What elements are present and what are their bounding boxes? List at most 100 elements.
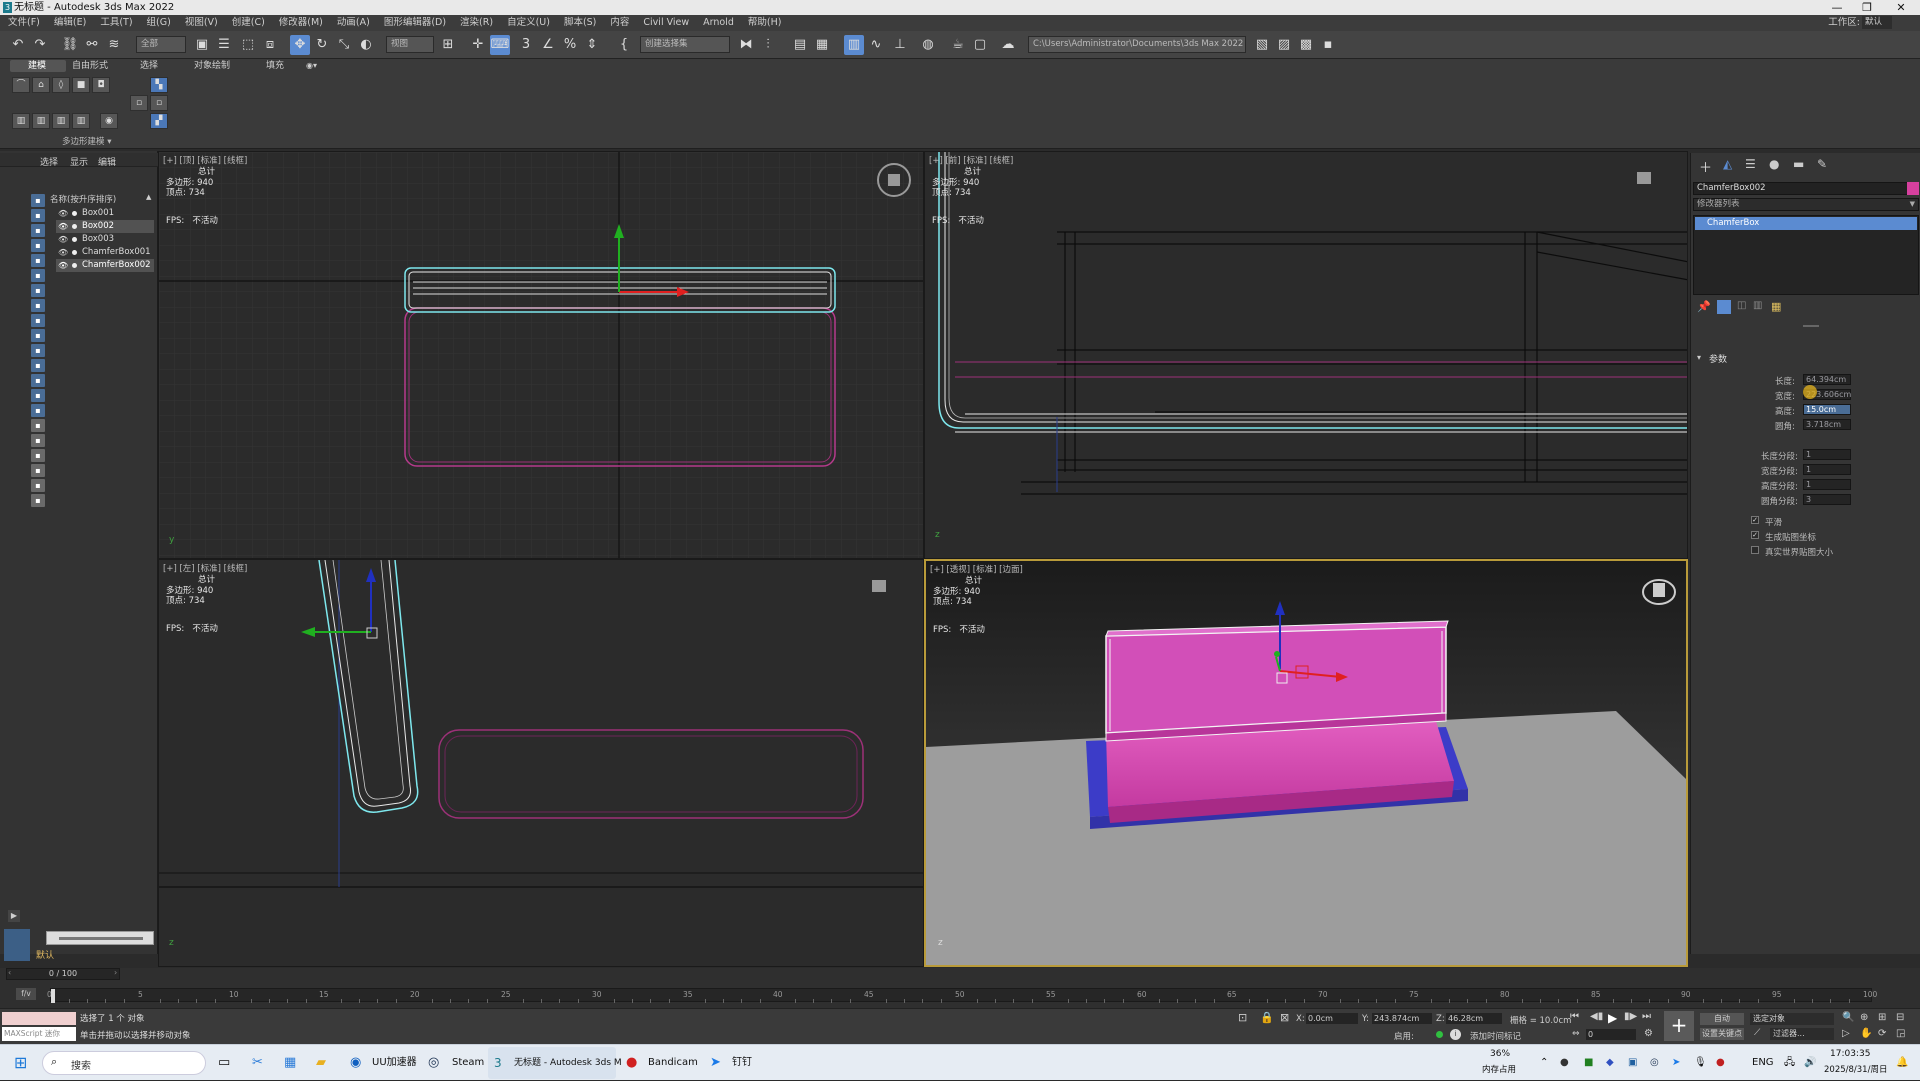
menu-item[interactable]: Civil View — [643, 15, 689, 31]
pivot-center-icon[interactable]: ⊞ — [438, 35, 458, 55]
workspace-select[interactable]: 默认 — [1862, 16, 1892, 29]
viewport-left[interactable]: z [+] [左] [标准] [线框] 总计 多边形: 940 顶点: 734 … — [158, 559, 924, 967]
parameters-rollout-title[interactable]: 参数 — [1709, 352, 1727, 365]
segment-spinner[interactable]: 1 — [1803, 479, 1851, 490]
all-filter-icon[interactable]: ▪ — [31, 389, 45, 402]
layer-icon[interactable]: ▪ — [31, 464, 45, 477]
visibility-eye-icon[interactable]: 👁 — [58, 220, 68, 233]
viewport-top[interactable]: y [+] [顶] [标准] [线框] 总计 多边形: 940 顶点: 734 … — [158, 151, 924, 559]
snipping-icon[interactable]: ✂ — [252, 1045, 263, 1081]
helper-filter-icon[interactable]: ▪ — [31, 269, 45, 282]
window-crossing-icon[interactable]: ⧈ — [260, 35, 280, 55]
add-time-tag[interactable]: 添加时间标记 — [1470, 1030, 1521, 1042]
goto-start-icon[interactable]: ⏮ — [1570, 1011, 1579, 1022]
input-language[interactable]: ENG — [1752, 1045, 1774, 1081]
find-icon[interactable]: ▪ — [31, 434, 45, 447]
remove-modifier-icon[interactable]: ▥ — [1753, 300, 1762, 311]
key-mode-icon[interactable]: ⇔ — [1572, 1029, 1580, 1039]
viewport-label-perspective[interactable]: [+] [透视] [标准] [边面] — [930, 563, 1023, 575]
y-coord-field[interactable]: 243.874cm — [1372, 1013, 1432, 1024]
taskbar-app-steam[interactable]: Steam — [452, 1045, 484, 1081]
clock-date[interactable]: 2025/8/31/周日 — [1824, 1063, 1887, 1075]
current-frame-field[interactable]: 0 — [1586, 1029, 1636, 1040]
mirror-icon[interactable]: ⧓ — [736, 35, 756, 55]
minimize-button[interactable]: — — [1822, 0, 1852, 15]
ribbon-small-3-icon[interactable]: ▞ — [150, 113, 168, 129]
maxscript-listener[interactable] — [2, 1012, 76, 1025]
isolate-selection-icon[interactable]: ⊡ — [1238, 1011, 1247, 1024]
visibility-eye-icon[interactable]: 👁 — [58, 233, 68, 246]
light-filter-icon[interactable]: ▪ — [31, 239, 45, 252]
spacewarp-filter-icon[interactable]: ▪ — [31, 284, 45, 297]
menu-item[interactable]: 动画(A) — [337, 15, 370, 31]
modifier-list-dropdown[interactable]: 修改器列表 ▼ — [1693, 198, 1919, 211]
maxscript-mini[interactable]: MAXScript 迷你 — [2, 1027, 76, 1041]
menu-item[interactable]: 修改器(M) — [279, 15, 323, 31]
prev-frame-icon[interactable]: ‹ — [8, 968, 11, 977]
adaptive-degradation-icon[interactable] — [1436, 1031, 1443, 1038]
explorer-tab-select[interactable]: 选择 — [40, 155, 58, 168]
keyboard-shortcut-override-icon[interactable]: ⌨ — [490, 35, 510, 55]
select-object-icon[interactable]: ▣ — [192, 35, 212, 55]
tray-dingtalk-icon[interactable]: ➤ — [1672, 1045, 1680, 1081]
prev-key-icon[interactable]: ◀▮ — [1590, 1011, 1603, 1022]
display-none-icon[interactable]: ▪ — [31, 194, 45, 207]
menu-item[interactable]: 内容 — [610, 15, 629, 31]
spinner-snap-icon[interactable]: ⇕ — [582, 35, 602, 55]
object-name-field[interactable]: ChamferBox002 — [1693, 182, 1909, 195]
toggle-ribbon-icon[interactable]: ▥ — [844, 35, 864, 55]
tray-icon-4[interactable]: ▣ — [1628, 1045, 1637, 1081]
frozen-filter-icon[interactable]: ▪ — [31, 359, 45, 372]
ref-coord-dropdown[interactable]: 视图 — [386, 36, 434, 53]
maximize-viewport-icon[interactable]: ◲ — [1896, 1028, 1905, 1039]
selection-filter-dropdown[interactable]: 全部 — [136, 36, 186, 53]
visibility-eye-icon[interactable]: 👁 — [58, 246, 68, 259]
undo-icon[interactable]: ↶ — [8, 35, 28, 55]
geometry-filter-icon[interactable]: ▪ — [31, 209, 45, 222]
shape-filter-icon[interactable]: ▪ — [31, 224, 45, 237]
set-key-button[interactable]: 设置关键点 — [1700, 1028, 1744, 1040]
material-editor-icon[interactable]: ◍ — [918, 35, 938, 55]
zoom-extents-all-icon[interactable]: ⊟ — [1896, 1012, 1904, 1023]
tray-icon-5[interactable]: ● — [1716, 1045, 1725, 1081]
explorer-tab-edit[interactable]: 编辑 — [98, 155, 116, 168]
percent-snap-icon[interactable]: % — [560, 35, 580, 55]
goto-end-icon[interactable]: ⏭ — [1642, 1011, 1651, 1022]
param-spinner[interactable]: 3.718cm — [1803, 419, 1851, 430]
track-bar[interactable]: 0 5 10 15 20 25 30 35 40 45 50 55 60 65 70 75 80 85 90 95 10… — [47, 988, 1877, 1003]
link-icon[interactable]: ⛓ — [60, 35, 80, 55]
rendered-frame-icon[interactable]: ▢ — [970, 35, 990, 55]
maximize-button[interactable]: ❐ — [1852, 0, 1882, 15]
configure-sets-icon[interactable]: ▦ — [1771, 300, 1781, 313]
tray-icon-1[interactable]: ● — [1560, 1045, 1569, 1081]
poly-tool-8-icon[interactable]: ▥ — [52, 113, 70, 129]
make-unique-icon[interactable]: ◫ — [1737, 300, 1746, 311]
menu-item[interactable]: 工具(T) — [100, 15, 132, 31]
auto-key-button[interactable]: 自动 — [1700, 1013, 1744, 1025]
tray-icon-3[interactable]: ◆ — [1606, 1045, 1614, 1081]
zoom-icon[interactable]: 🔍 — [1842, 1012, 1854, 1023]
fov-icon[interactable]: ▷ — [1842, 1028, 1850, 1039]
select-scale-icon[interactable]: ⤡ — [334, 35, 354, 55]
poly-tool-10-icon[interactable]: ◉ — [100, 113, 118, 129]
menu-item[interactable]: 渲染(R) — [460, 15, 493, 31]
create-project-icon[interactable]: ▩ — [1296, 35, 1316, 55]
poly-tool-5-icon[interactable]: ◘ — [92, 77, 110, 93]
z-coord-field[interactable]: 46.28cm — [1446, 1013, 1502, 1024]
ribbon-tab-object-paint[interactable]: 对象绘制 — [194, 59, 230, 73]
calculator-icon[interactable]: ▦ — [284, 1045, 296, 1081]
poly-tool-1-icon[interactable]: ⌒ — [12, 77, 30, 93]
explorer-tab-display[interactable]: 显示 — [70, 155, 88, 168]
layer-name[interactable]: 默认 — [36, 948, 54, 961]
rect-selection-icon[interactable]: ⬚ — [238, 35, 258, 55]
ribbon-tab-modeling[interactable]: 建模 — [28, 59, 46, 73]
ribbon-tab-selection[interactable]: 选择 — [140, 59, 158, 73]
x-coord-field[interactable]: 0.0cm — [1306, 1013, 1358, 1024]
viewport-label-front[interactable]: [+] [前] [标准] [线框] — [929, 154, 1013, 166]
unlink-icon[interactable]: ⚯ — [82, 35, 102, 55]
info-icon[interactable]: i — [1450, 1029, 1461, 1040]
next-key-icon[interactable]: ▮▶ — [1624, 1011, 1637, 1022]
object-list-item[interactable]: 👁 ChamferBox002 — [56, 259, 154, 272]
xref-filter-icon[interactable]: ▪ — [31, 314, 45, 327]
network-icon[interactable]: 🖧 — [1784, 1045, 1795, 1081]
